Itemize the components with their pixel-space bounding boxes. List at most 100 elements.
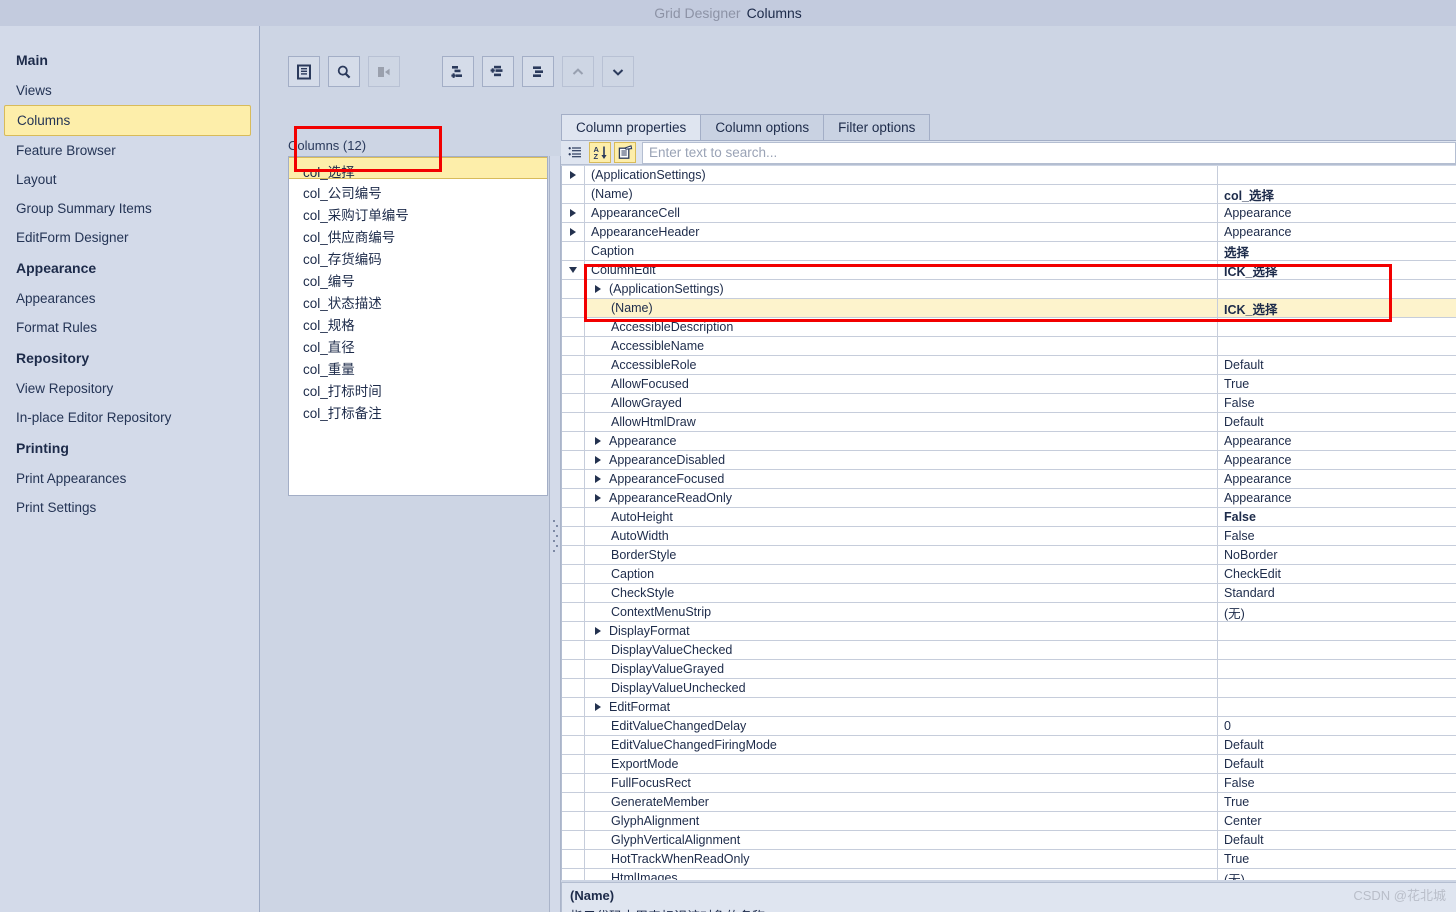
columns-list[interactable]: col_选择 col_公司编号 col_采购订单编号 col_供应商编号 col_存货编… — [288, 156, 548, 496]
property-value-cell[interactable] — [1218, 679, 1456, 697]
property-value-cell[interactable]: False — [1218, 774, 1456, 792]
property-value-cell[interactable]: Appearance — [1218, 489, 1456, 507]
panel-splitter[interactable] — [549, 156, 561, 912]
property-row[interactable]: AccessibleName — [562, 337, 1456, 356]
sidebar-item-editform-designer[interactable]: EditForm Designer — [0, 223, 259, 252]
property-row[interactable]: ContextMenuStrip (无) — [562, 603, 1456, 622]
column-list-item[interactable]: col_供应商编号 — [289, 223, 547, 245]
property-value-cell[interactable]: False — [1218, 508, 1456, 526]
chevron-right-icon[interactable] — [595, 475, 601, 483]
row-expander[interactable] — [562, 622, 585, 640]
property-value-cell[interactable]: (无) — [1218, 603, 1456, 621]
property-row[interactable]: GlyphVerticalAlignment Default — [562, 831, 1456, 850]
row-expander[interactable] — [562, 280, 585, 298]
column-list-item[interactable]: col_选择 — [289, 157, 547, 180]
sidebar-item-inplace-editor-repository[interactable]: In-place Editor Repository — [0, 403, 259, 432]
row-expander[interactable] — [562, 489, 585, 507]
property-row[interactable]: FullFocusRect False — [562, 774, 1456, 793]
sidebar-item-columns[interactable]: Columns — [4, 105, 251, 136]
property-row[interactable]: (ApplicationSettings) — [562, 166, 1456, 185]
tab-column-options[interactable]: Column options — [700, 114, 825, 140]
search-button[interactable] — [328, 56, 360, 87]
property-row[interactable]: DisplayFormat — [562, 622, 1456, 641]
property-value-cell[interactable] — [1218, 280, 1456, 298]
sort-alphabetical-button[interactable]: A Z — [589, 142, 611, 163]
property-row[interactable]: EditFormat — [562, 698, 1456, 717]
property-value-cell[interactable]: NoBorder — [1218, 546, 1456, 564]
insert-item-button[interactable] — [482, 56, 514, 87]
property-row[interactable]: AllowHtmlDraw Default — [562, 413, 1456, 432]
chevron-right-icon[interactable] — [595, 703, 601, 711]
sidebar-item-feature-browser[interactable]: Feature Browser — [0, 136, 259, 165]
chevron-right-icon[interactable] — [595, 456, 601, 464]
property-value-cell[interactable]: Default — [1218, 755, 1456, 773]
property-row[interactable]: AllowFocused True — [562, 375, 1456, 394]
column-list-item[interactable]: col_规格 — [289, 311, 547, 333]
property-value-cell[interactable]: Default — [1218, 831, 1456, 849]
property-row[interactable]: (Name) col_选择 — [562, 185, 1456, 204]
property-value-cell[interactable]: Appearance — [1218, 432, 1456, 450]
property-value-cell[interactable]: CheckEdit — [1218, 565, 1456, 583]
property-value-cell[interactable] — [1218, 660, 1456, 678]
sidebar-item-layout[interactable]: Layout — [0, 165, 259, 194]
column-list-item[interactable]: col_重量 — [289, 355, 547, 377]
move-down-button[interactable] — [602, 56, 634, 87]
property-row[interactable]: HtmlImages (无) — [562, 869, 1456, 880]
property-row[interactable]: DisplayValueChecked — [562, 641, 1456, 660]
column-list-item[interactable]: col_采购订单编号 — [289, 201, 547, 223]
move-up-button[interactable] — [562, 56, 594, 87]
sidebar-item-views[interactable]: Views — [0, 76, 259, 105]
row-expander[interactable] — [562, 470, 585, 488]
row-expander[interactable] — [562, 698, 585, 716]
property-row[interactable]: AppearanceCell Appearance — [562, 204, 1456, 223]
column-list-item[interactable]: col_公司编号 — [289, 179, 547, 201]
property-row[interactable]: ColumnEdit ICK_选择 — [562, 261, 1456, 280]
property-row[interactable]: Appearance Appearance — [562, 432, 1456, 451]
sidebar-item-appearances[interactable]: Appearances — [0, 284, 259, 313]
property-row[interactable]: GenerateMember True — [562, 793, 1456, 812]
property-value-cell[interactable]: True — [1218, 850, 1456, 868]
sidebar-item-view-repository[interactable]: View Repository — [0, 374, 259, 403]
property-row[interactable]: AppearanceDisabled Appearance — [562, 451, 1456, 470]
property-row[interactable]: AllowGrayed False — [562, 394, 1456, 413]
property-row[interactable]: AutoHeight False — [562, 508, 1456, 527]
property-row[interactable]: AutoWidth False — [562, 527, 1456, 546]
property-value-cell[interactable]: False — [1218, 394, 1456, 412]
property-row[interactable]: Caption CheckEdit — [562, 565, 1456, 584]
sidebar-item-print-settings[interactable]: Print Settings — [0, 493, 259, 522]
add-item-button[interactable] — [442, 56, 474, 87]
property-row[interactable]: HotTrackWhenReadOnly True — [562, 850, 1456, 869]
property-value-cell[interactable] — [1218, 166, 1456, 184]
property-value-cell[interactable]: False — [1218, 527, 1456, 545]
chevron-right-icon[interactable] — [595, 437, 601, 445]
categorized-button[interactable] — [564, 142, 586, 163]
column-list-item[interactable]: col_编号 — [289, 267, 547, 289]
property-value-cell[interactable]: Default — [1218, 413, 1456, 431]
row-expander[interactable] — [562, 432, 585, 450]
row-expander[interactable] — [562, 204, 585, 222]
property-value-cell[interactable] — [1218, 698, 1456, 716]
property-row[interactable]: BorderStyle NoBorder — [562, 546, 1456, 565]
property-row[interactable]: DisplayValueUnchecked — [562, 679, 1456, 698]
column-list-item[interactable]: col_打标时间 — [289, 377, 547, 399]
sidebar-item-format-rules[interactable]: Format Rules — [0, 313, 259, 342]
property-value-cell[interactable]: col_选择 — [1218, 185, 1456, 203]
remove-item-button[interactable] — [522, 56, 554, 87]
property-row[interactable]: DisplayValueGrayed — [562, 660, 1456, 679]
property-row[interactable]: (ApplicationSettings) — [562, 280, 1456, 299]
property-value-cell[interactable]: ICK_选择 — [1218, 261, 1456, 279]
property-value-cell[interactable]: (无) — [1218, 869, 1456, 881]
row-expander[interactable] — [562, 166, 585, 184]
property-value-cell[interactable]: 选择 — [1218, 242, 1456, 260]
property-row[interactable]: AccessibleRole Default — [562, 356, 1456, 375]
property-value-cell[interactable]: Appearance — [1218, 223, 1456, 241]
column-list-item[interactable]: col_直径 — [289, 333, 547, 355]
property-value-cell[interactable]: Appearance — [1218, 470, 1456, 488]
chevron-right-icon[interactable] — [595, 627, 601, 635]
search-input[interactable] — [642, 141, 1456, 164]
property-value-cell[interactable] — [1218, 337, 1456, 355]
property-value-cell[interactable] — [1218, 622, 1456, 640]
property-row[interactable]: EditValueChangedDelay 0 — [562, 717, 1456, 736]
property-row[interactable]: (Name) ICK_选择 — [562, 299, 1456, 318]
property-value-cell[interactable]: Appearance — [1218, 204, 1456, 222]
